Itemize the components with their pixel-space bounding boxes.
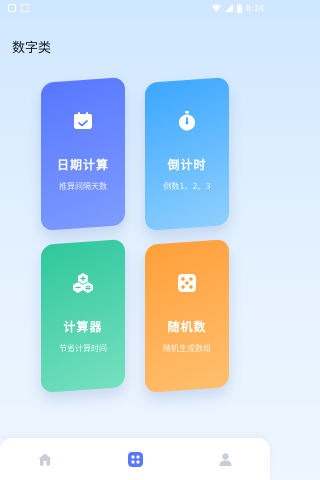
card-subtitle: 随机生成数组 <box>163 344 211 353</box>
card-title: 计算器 <box>63 320 103 334</box>
signal-icon <box>225 4 234 12</box>
user-icon <box>219 452 231 466</box>
random-number-card[interactable]: 随机数 随机生成数组 <box>145 239 229 393</box>
calendar-icon <box>72 110 94 132</box>
status-bar: 8:24 <box>0 0 270 16</box>
stopwatch-icon <box>176 110 198 132</box>
battery-icon <box>237 3 243 13</box>
date-calc-card[interactable]: 日期计算 推算间隔天数 <box>41 77 125 231</box>
notification-icon <box>21 4 29 12</box>
calculator-icon <box>72 272 94 294</box>
calculator-card[interactable]: 计算器 节省计算时间 <box>41 239 125 393</box>
status-time: 8:24 <box>246 3 264 13</box>
card-title: 日期计算 <box>56 158 109 172</box>
card-title: 倒计时 <box>167 158 207 172</box>
tab-home[interactable] <box>25 444 65 474</box>
status-right: 8:24 <box>212 3 264 13</box>
home-icon <box>38 453 52 465</box>
apps-icon <box>127 451 143 467</box>
wifi-icon <box>212 4 222 12</box>
card-subtitle: 推算间隔天数 <box>59 182 107 191</box>
image-icon <box>8 4 16 12</box>
card-subtitle: 倒数1、2、3 <box>163 182 211 191</box>
card-title: 随机数 <box>167 320 207 334</box>
bottom-tab-bar <box>0 438 270 480</box>
countdown-card[interactable]: 倒计时 倒数1、2、3 <box>145 77 229 231</box>
tab-profile[interactable] <box>205 444 245 474</box>
dice-icon <box>176 272 198 294</box>
page-title: 数字类 <box>12 41 52 56</box>
status-left <box>8 4 29 12</box>
card-subtitle: 节省计算时间 <box>59 344 107 353</box>
tab-apps[interactable] <box>115 444 155 474</box>
